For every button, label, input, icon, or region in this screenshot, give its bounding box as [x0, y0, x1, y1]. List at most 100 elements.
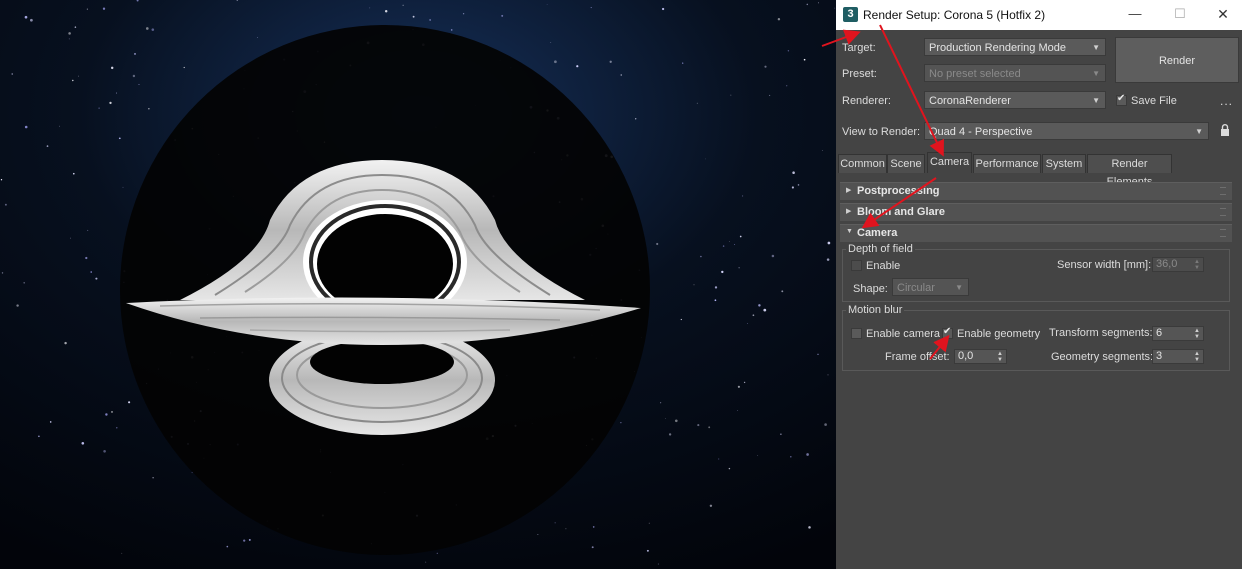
star [546, 4, 548, 5]
transform-segments-spinner[interactable]: 6 ▲ ▼ [1152, 326, 1204, 341]
star [730, 94, 732, 96]
geometry-segments-value: 3 [1156, 350, 1163, 362]
render-button[interactable]: Render [1115, 37, 1239, 83]
star [462, 13, 465, 15]
render-viewport [0, 0, 836, 569]
star [118, 137, 121, 140]
maximize-button[interactable]: ☐ [1163, 0, 1197, 30]
target-dropdown[interactable]: Production Rendering Mode ▼ [924, 38, 1106, 56]
preset-dropdown[interactable]: No preset selected ▼ [924, 64, 1106, 82]
minimize-button[interactable]: — [1118, 0, 1152, 30]
enable-geometry-checkbox[interactable] [942, 326, 953, 339]
star [821, 150, 823, 151]
star [714, 299, 717, 302]
star [243, 539, 246, 542]
star [781, 290, 784, 293]
tab-camera[interactable]: Camera [927, 152, 972, 173]
tab-scene[interactable]: Scene [887, 154, 925, 173]
rollout-postprocessing[interactable]: ▶ Postprocessing [840, 182, 1232, 200]
star [660, 402, 662, 404]
drag-grip-icon[interactable] [1220, 208, 1226, 216]
star [747, 323, 748, 324]
star [425, 561, 427, 563]
spinner-arrows-icon: ▲ ▼ [997, 351, 1003, 363]
drag-grip-icon[interactable] [1220, 187, 1226, 195]
more-options-button[interactable]: ... [1220, 94, 1233, 108]
star [122, 186, 124, 188]
star [450, 29, 453, 31]
star [696, 102, 698, 104]
enable-camera-label: Enable camera [866, 328, 940, 340]
star [709, 504, 713, 507]
star [95, 277, 98, 280]
star [132, 74, 136, 78]
save-file-checkbox[interactable] [1116, 93, 1127, 106]
drag-grip-icon[interactable] [1220, 229, 1226, 237]
frame-offset-value: 0,0 [958, 350, 974, 362]
star [714, 286, 718, 289]
spinner-arrows-icon: ▲ ▼ [1194, 259, 1200, 271]
dof-enable-checkbox[interactable] [851, 260, 862, 271]
star [728, 467, 731, 470]
star [609, 60, 612, 63]
lock-icon[interactable] [1220, 124, 1230, 136]
star [808, 526, 811, 529]
tab-system[interactable]: System [1042, 154, 1086, 173]
star [620, 74, 622, 76]
star [70, 237, 72, 239]
star [646, 549, 649, 552]
frame-offset-spinner[interactable]: 0,0 ▲ ▼ [954, 349, 1007, 364]
star [68, 32, 71, 35]
close-button[interactable]: ✕ [1206, 0, 1240, 30]
star [226, 545, 229, 548]
tab-common[interactable]: Common [838, 154, 887, 173]
shape-dropdown[interactable]: Circular ▼ [892, 278, 969, 296]
star [780, 433, 782, 435]
preset-value: No preset selected [929, 68, 1021, 80]
star [191, 472, 193, 474]
tab-render-elements[interactable]: Render Elements [1087, 154, 1172, 188]
star [109, 101, 112, 105]
star [697, 424, 700, 427]
sensor-width-spinner[interactable]: 36,0 ▲ ▼ [1152, 257, 1204, 272]
star [818, 2, 819, 4]
star [537, 534, 539, 535]
star [436, 552, 438, 554]
star [501, 14, 504, 17]
star [620, 422, 622, 424]
star [87, 229, 89, 231]
star [718, 458, 720, 460]
render-setup-window: 3 Render Setup: Corona 5 (Hotfix 2) — ☐ … [836, 0, 1242, 569]
chevron-down-icon: ▼ [1092, 69, 1100, 78]
tab-performance[interactable]: Performance [973, 154, 1041, 173]
star [826, 258, 830, 261]
star [700, 255, 702, 258]
chevron-down-icon: ▼ [1195, 127, 1203, 136]
star [11, 73, 13, 75]
rollout-bloom-and-glare[interactable]: ▶ Bloom and Glare [840, 203, 1232, 221]
star [38, 435, 40, 438]
star [806, 453, 809, 456]
star [111, 410, 113, 413]
enable-camera-checkbox[interactable] [851, 328, 862, 339]
star [656, 242, 659, 246]
save-file-label: Save File [1131, 95, 1177, 107]
star [429, 19, 431, 21]
rollout-camera[interactable]: ▼ Camera [840, 224, 1232, 242]
star [105, 413, 108, 416]
star [771, 254, 775, 258]
star [121, 552, 123, 554]
rollout-title: Camera [857, 227, 898, 239]
tab-bar: Common Scene Camera Performance System R… [836, 152, 1242, 188]
star [30, 18, 33, 22]
transform-segments-value: 6 [1156, 327, 1163, 339]
star [554, 522, 556, 524]
geometry-segments-spinner[interactable]: 3 ▲ ▼ [1152, 349, 1204, 364]
sensor-width-value: 36,0 [1156, 258, 1178, 270]
star [743, 381, 746, 384]
star [668, 433, 672, 436]
star [738, 267, 740, 269]
view-to-render-dropdown[interactable]: Quad 4 - Perspective ▼ [924, 122, 1209, 140]
renderer-dropdown[interactable]: CoronaRenderer ▼ [924, 91, 1106, 109]
view-to-render-label: View to Render: [842, 126, 921, 138]
